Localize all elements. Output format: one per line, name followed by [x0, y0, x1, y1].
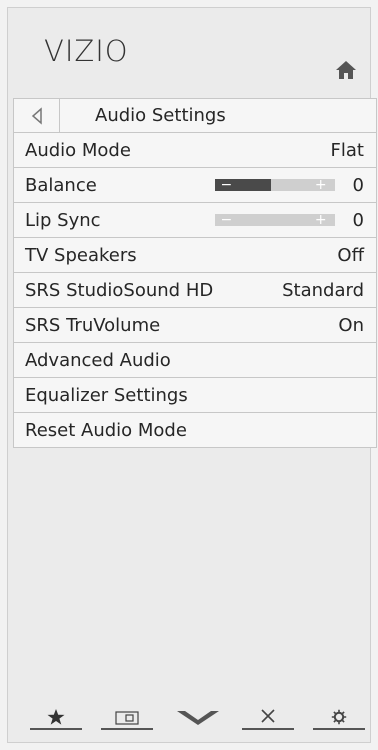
- v-chevron-icon[interactable]: [172, 702, 224, 730]
- lip-sync-slider[interactable]: − +: [214, 212, 335, 228]
- menu-item-label: Advanced Audio: [25, 349, 171, 371]
- menu-item-value: Off: [337, 244, 364, 266]
- vizio-logo: VIZIO: [44, 34, 129, 68]
- home-icon[interactable]: [334, 58, 360, 82]
- minus-icon: −: [220, 177, 233, 193]
- menu-item-label: TV Speakers: [25, 244, 137, 266]
- menu-item-advanced-audio[interactable]: Advanced Audio: [13, 343, 377, 378]
- menu-item-value: Standard: [282, 279, 364, 301]
- menu-item-label: SRS TruVolume: [25, 314, 161, 336]
- menu-item-value: On: [338, 314, 364, 336]
- menu-item-label: Reset Audio Mode: [25, 419, 187, 441]
- menu-item-label: Lip Sync: [25, 209, 101, 231]
- balance-slider[interactable]: − +: [214, 177, 335, 193]
- menu-item-label: Equalizer Settings: [25, 384, 188, 406]
- menu-item-equalizer-settings[interactable]: Equalizer Settings: [13, 378, 377, 413]
- menu-item-reset-audio-mode[interactable]: Reset Audio Mode: [13, 413, 377, 448]
- menu-item-label: Audio Mode: [25, 139, 131, 161]
- menu-item-value: Flat: [330, 139, 364, 161]
- menu-item-label: Balance: [25, 174, 97, 196]
- close-icon[interactable]: [242, 702, 295, 730]
- menu-item-value: 0: [352, 209, 364, 231]
- gear-icon[interactable]: [313, 702, 365, 730]
- back-icon[interactable]: [14, 99, 60, 132]
- menu-item-value: 0: [352, 174, 364, 196]
- bottom-navigation: [30, 702, 365, 730]
- menu-item-audio-mode[interactable]: Audio Mode Flat: [13, 133, 377, 168]
- menu-item-label: SRS StudioSound HD: [25, 279, 214, 301]
- menu-item-srs-studiosound[interactable]: SRS StudioSound HD Standard: [13, 273, 377, 308]
- star-icon[interactable]: [30, 702, 82, 730]
- minus-icon: −: [220, 212, 233, 228]
- widget-icon[interactable]: [100, 702, 153, 730]
- menu-header: Audio Settings: [13, 98, 377, 133]
- audio-settings-menu: Audio Settings Audio Mode Flat Balance −…: [13, 98, 377, 448]
- plus-icon: +: [314, 212, 327, 228]
- menu-item-balance[interactable]: Balance − + 0: [13, 168, 377, 203]
- menu-item-lip-sync[interactable]: Lip Sync − + 0: [13, 203, 377, 238]
- menu-item-srs-truvolume[interactable]: SRS TruVolume On: [13, 308, 377, 343]
- menu-title: Audio Settings: [95, 105, 226, 126]
- plus-icon: +: [314, 177, 327, 193]
- menu-item-tv-speakers[interactable]: TV Speakers Off: [13, 238, 377, 273]
